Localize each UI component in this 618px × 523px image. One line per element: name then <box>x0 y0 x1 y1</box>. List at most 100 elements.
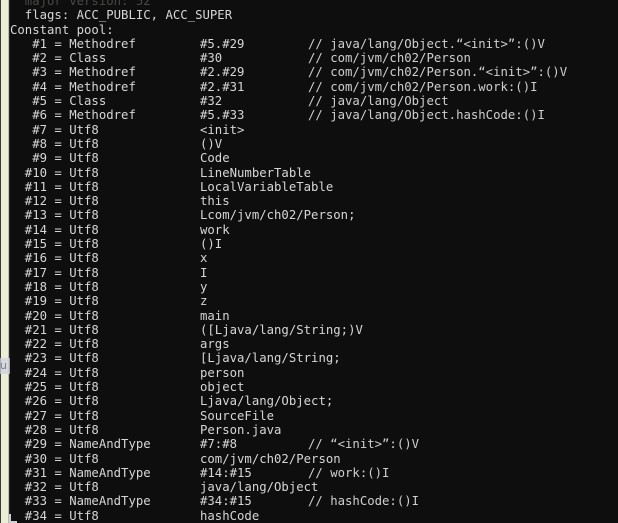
constant-pool-value: main <box>200 308 230 323</box>
constant-pool-index: #33 = NameAndType <box>10 494 151 509</box>
constant-pool-index: #21 = Utf8 <box>10 322 99 337</box>
constant-pool-entry: #10 = Utf8 LineNumberTable <box>10 166 618 180</box>
constant-pool-index: #27 = Utf8 <box>10 408 99 423</box>
constant-pool-value: #30 <box>200 51 223 66</box>
constant-pool-entry: #23 = Utf8 [Ljava/lang/String; <box>10 351 618 365</box>
console-line-list: major version: 52 flags: ACC_PUBLIC, ACC… <box>10 0 618 523</box>
constant-pool-value: com/jvm/ch02/Person <box>200 451 341 466</box>
constant-pool-entry: #32 = Utf8 java/lang/Object <box>10 480 618 494</box>
constant-pool-entry: #6 = Methodref #5.#33 // java/lang/Object.… <box>10 108 618 122</box>
constant-pool-comment: // work:()I <box>308 465 390 480</box>
constant-pool-entry: #33 = NameAndType #34:#15 // hashCode:()I <box>10 494 618 508</box>
constant-pool-index: #31 = NameAndType <box>10 465 151 480</box>
constant-pool-entry: #31 = NameAndType #14:#15 // work:()I <box>10 466 618 480</box>
constant-pool-index: #7 = Utf8 <box>10 122 99 137</box>
constant-pool-value: #34:#15 <box>200 494 252 509</box>
constant-pool-index: #14 = Utf8 <box>10 222 99 237</box>
constant-pool-index: #11 = Utf8 <box>10 179 99 194</box>
constant-pool-index: #2 = Class <box>10 51 107 66</box>
constant-pool-index: #20 = Utf8 <box>10 308 99 323</box>
constant-pool-value: this <box>200 194 230 209</box>
constant-pool-value: person <box>200 365 245 380</box>
constant-pool-index: #26 = Utf8 <box>10 394 99 409</box>
background-ghost-text: u <box>0 358 10 374</box>
console-header-line: Constant pool: <box>10 22 114 37</box>
constant-pool-entry: #11 = Utf8 LocalVariableTable <box>10 180 618 194</box>
constant-pool-value: object <box>200 380 245 395</box>
background-window-edge <box>0 0 10 523</box>
constant-pool-index: #6 = Methodref <box>10 108 136 123</box>
constant-pool-entry: #26 = Utf8 Ljava/lang/Object; <box>10 394 618 408</box>
constant-pool-entry: #8 = Utf8 ()V <box>10 137 618 151</box>
constant-pool-index: #16 = Utf8 <box>10 251 99 266</box>
class-major-version-line: major version: 52 <box>10 0 151 8</box>
constant-pool-entry: #21 = Utf8 ([Ljava/lang/String;)V <box>10 323 618 337</box>
constant-pool-entry: #13 = Utf8 Lcom/jvm/ch02/Person; <box>10 208 618 222</box>
constant-pool-value: #7:#8 <box>200 437 238 452</box>
constant-pool-index: #3 = Methodref <box>10 65 136 80</box>
constant-pool-value: ()V <box>200 136 223 151</box>
constant-pool-index: #28 = Utf8 <box>10 422 99 437</box>
constant-pool-value: ([Ljava/lang/String;)V <box>200 322 363 337</box>
screenshot-root: u major version: 52 flags: ACC_PUBLIC, A… <box>0 0 618 523</box>
constant-pool-index: #22 = Utf8 <box>10 337 99 352</box>
constant-pool-index: #8 = Utf8 <box>10 136 99 151</box>
console-header-line: flags: ACC_PUBLIC, ACC_SUPER <box>10 8 233 23</box>
constant-pool-value: Ljava/lang/Object; <box>200 394 334 409</box>
constant-pool-entry: #9 = Utf8 Code <box>10 151 618 165</box>
constant-pool-entry: #28 = Utf8 Person.java <box>10 423 618 437</box>
constant-pool-index: #32 = Utf8 <box>10 480 99 495</box>
constant-pool-comment: // hashCode:()I <box>308 494 420 509</box>
constant-pool-value: #14:#15 <box>200 465 252 480</box>
console-line: major version: 52 <box>10 0 618 8</box>
constant-pool-value: Person.java <box>200 422 282 437</box>
constant-pool-value: SourceFile <box>200 408 275 423</box>
constant-pool-index: #18 = Utf8 <box>10 279 99 294</box>
constant-pool-entry: #19 = Utf8 z <box>10 294 618 308</box>
constant-pool-entry: #27 = Utf8 SourceFile <box>10 409 618 423</box>
constant-pool-entry: #20 = Utf8 main <box>10 309 618 323</box>
constant-pool-value: z <box>200 294 208 309</box>
constant-pool-entry: #30 = Utf8 com/jvm/ch02/Person <box>10 452 618 466</box>
constant-pool-comment: // com/jvm/ch02/Person.“<init>”:()V <box>308 65 568 80</box>
constant-pool-index: #10 = Utf8 <box>10 165 99 180</box>
constant-pool-index: #25 = Utf8 <box>10 380 99 395</box>
constant-pool-value: I <box>200 265 208 280</box>
constant-pool-value: LineNumberTable <box>200 165 312 180</box>
constant-pool-index: #12 = Utf8 <box>10 194 99 209</box>
constant-pool-index: #5 = Class <box>10 94 107 109</box>
constant-pool-entry: #14 = Utf8 work <box>10 223 618 237</box>
constant-pool-value: hashCode <box>200 508 260 523</box>
constant-pool-value: #5.#29 <box>200 36 245 51</box>
constant-pool-value: <init> <box>200 122 245 137</box>
console-line: flags: ACC_PUBLIC, ACC_SUPER <box>10 8 618 22</box>
constant-pool-value: #2.#29 <box>200 65 245 80</box>
constant-pool-value: [Ljava/lang/String; <box>200 351 341 366</box>
constant-pool-comment: // com/jvm/ch02/Person.work:()I <box>308 79 538 94</box>
constant-pool-comment: // java/lang/Object.hashCode:()I <box>308 108 545 123</box>
constant-pool-index: #15 = Utf8 <box>10 237 99 252</box>
constant-pool-index: #17 = Utf8 <box>10 265 99 280</box>
constant-pool-value: Lcom/jvm/ch02/Person; <box>200 208 356 223</box>
constant-pool-entry: #22 = Utf8 args <box>10 337 618 351</box>
constant-pool-value: y <box>200 279 208 294</box>
constant-pool-value: Code <box>200 151 230 166</box>
constant-pool-entry: #34 = Utf8 hashCode <box>10 509 618 523</box>
constant-pool-entry: #5 = Class #32 // java/lang/Object <box>10 94 618 108</box>
constant-pool-index: #4 = Methodref <box>10 79 136 94</box>
constant-pool-value: x <box>200 251 208 266</box>
console-line: Constant pool: <box>10 23 618 37</box>
constant-pool-index: #29 = NameAndType <box>10 437 151 452</box>
constant-pool-index: #30 = Utf8 <box>10 451 99 466</box>
constant-pool-entry: #12 = Utf8 this <box>10 194 618 208</box>
constant-pool-entry: #7 = Utf8 <init> <box>10 123 618 137</box>
constant-pool-value: #32 <box>200 94 223 109</box>
constant-pool-index: #13 = Utf8 <box>10 208 99 223</box>
javap-console-output[interactable]: major version: 52 flags: ACC_PUBLIC, ACC… <box>10 0 618 523</box>
constant-pool-index: #9 = Utf8 <box>10 151 99 166</box>
constant-pool-entry: #25 = Utf8 object <box>10 380 618 394</box>
constant-pool-entry: #17 = Utf8 I <box>10 266 618 280</box>
constant-pool-entry: #16 = Utf8 x <box>10 251 618 265</box>
constant-pool-index: #19 = Utf8 <box>10 294 99 309</box>
constant-pool-index: #23 = Utf8 <box>10 351 99 366</box>
